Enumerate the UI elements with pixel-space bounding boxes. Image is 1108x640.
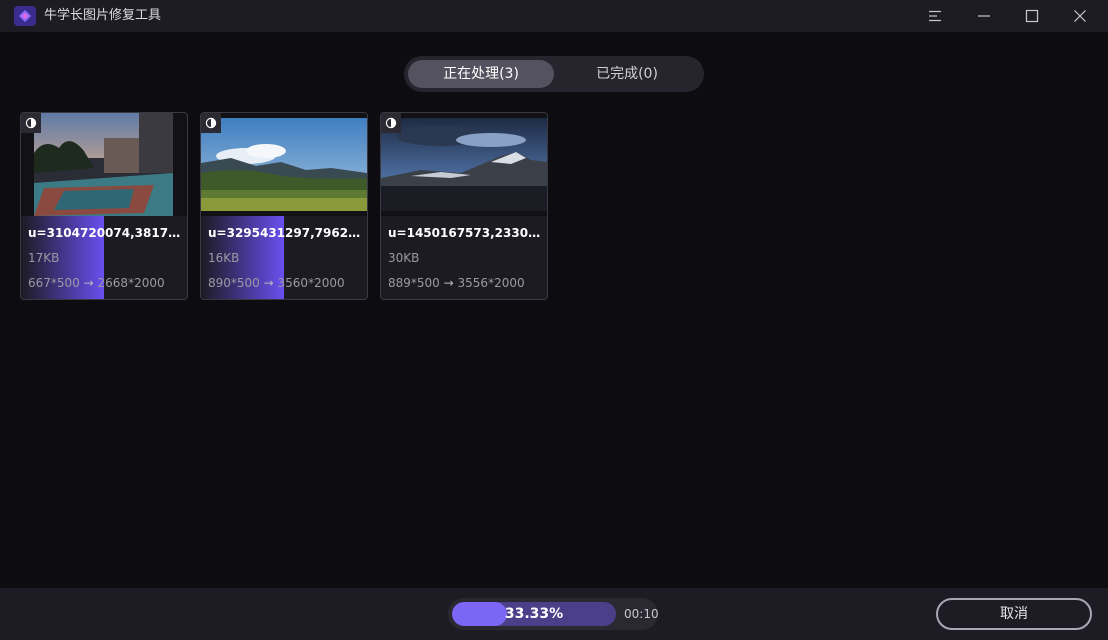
file-name: u=1450167573,2330199... — [388, 226, 544, 240]
arrow-right-icon: → — [263, 276, 274, 290]
app-title: 牛学长图片修复工具 — [44, 8, 162, 23]
menu-lines-icon — [929, 10, 941, 22]
file-size: 16KB — [208, 251, 240, 265]
maximize-icon — [1025, 9, 1039, 23]
menu-button[interactable] — [912, 0, 958, 32]
compare-halfcircle-icon — [25, 117, 37, 129]
arrow-right-icon: → — [83, 276, 94, 290]
resolution-info: 667*500 → 2668*2000 — [28, 275, 165, 291]
app-logo-icon — [14, 6, 36, 26]
image-card[interactable]: u=3295431297,7962147... 16KB 890*500 → 3… — [200, 112, 368, 300]
bottom-bar: 33.33% 00:10 取消 — [0, 588, 1108, 640]
minimize-button[interactable] — [961, 0, 1007, 32]
file-size: 30KB — [388, 251, 420, 265]
arrow-right-icon: → — [443, 276, 454, 290]
maximize-button[interactable] — [1009, 0, 1055, 32]
thumbnail-mountain-valley — [201, 118, 367, 211]
status-tabs: 正在处理(3) 已完成(0) — [404, 56, 704, 92]
resolution-info: 890*500 → 3560*2000 — [208, 275, 345, 291]
close-icon — [1074, 10, 1086, 22]
original-resolution: 667*500 — [28, 276, 80, 290]
resolution-info: 889*500 → 3556*2000 — [388, 275, 525, 291]
image-card[interactable]: u=3104720074,3817092... 17KB 667*500 → 2… — [20, 112, 188, 300]
compare-icon[interactable] — [381, 113, 401, 133]
file-size: 17KB — [28, 251, 60, 265]
minimize-icon — [978, 15, 990, 17]
compare-halfcircle-icon — [205, 117, 217, 129]
target-resolution: 3560*2000 — [277, 276, 345, 290]
overall-progress-track: 33.33% — [452, 602, 616, 626]
overall-progress-label: 33.33% — [504, 606, 564, 622]
compare-icon[interactable] — [21, 113, 41, 133]
image-thumbnail — [381, 113, 547, 216]
overall-progress: 33.33% 00:10 — [448, 598, 659, 630]
tab-completed[interactable]: 已完成(0) — [554, 60, 700, 88]
original-resolution: 890*500 — [208, 276, 260, 290]
target-resolution: 3556*2000 — [457, 276, 525, 290]
thumbnail-snowy-mountain — [381, 118, 547, 211]
title-bar: 牛学长图片修复工具 — [0, 0, 1108, 32]
image-thumbnail — [21, 113, 187, 216]
thumbnail-basketball-court — [34, 113, 173, 216]
compare-halfcircle-icon — [385, 117, 397, 129]
file-name: u=3295431297,7962147... — [208, 226, 364, 240]
target-resolution: 2668*2000 — [97, 276, 165, 290]
file-name: u=3104720074,3817092... — [28, 226, 184, 240]
close-button[interactable] — [1057, 0, 1103, 32]
tab-processing[interactable]: 正在处理(3) — [408, 60, 554, 88]
compare-icon[interactable] — [201, 113, 221, 133]
image-card[interactable]: u=1450167573,2330199... 30KB 889*500 → 3… — [380, 112, 548, 300]
elapsed-time: 00:10 — [624, 607, 659, 621]
cancel-button[interactable]: 取消 — [936, 598, 1092, 630]
image-thumbnail — [201, 113, 367, 216]
original-resolution: 889*500 — [388, 276, 440, 290]
